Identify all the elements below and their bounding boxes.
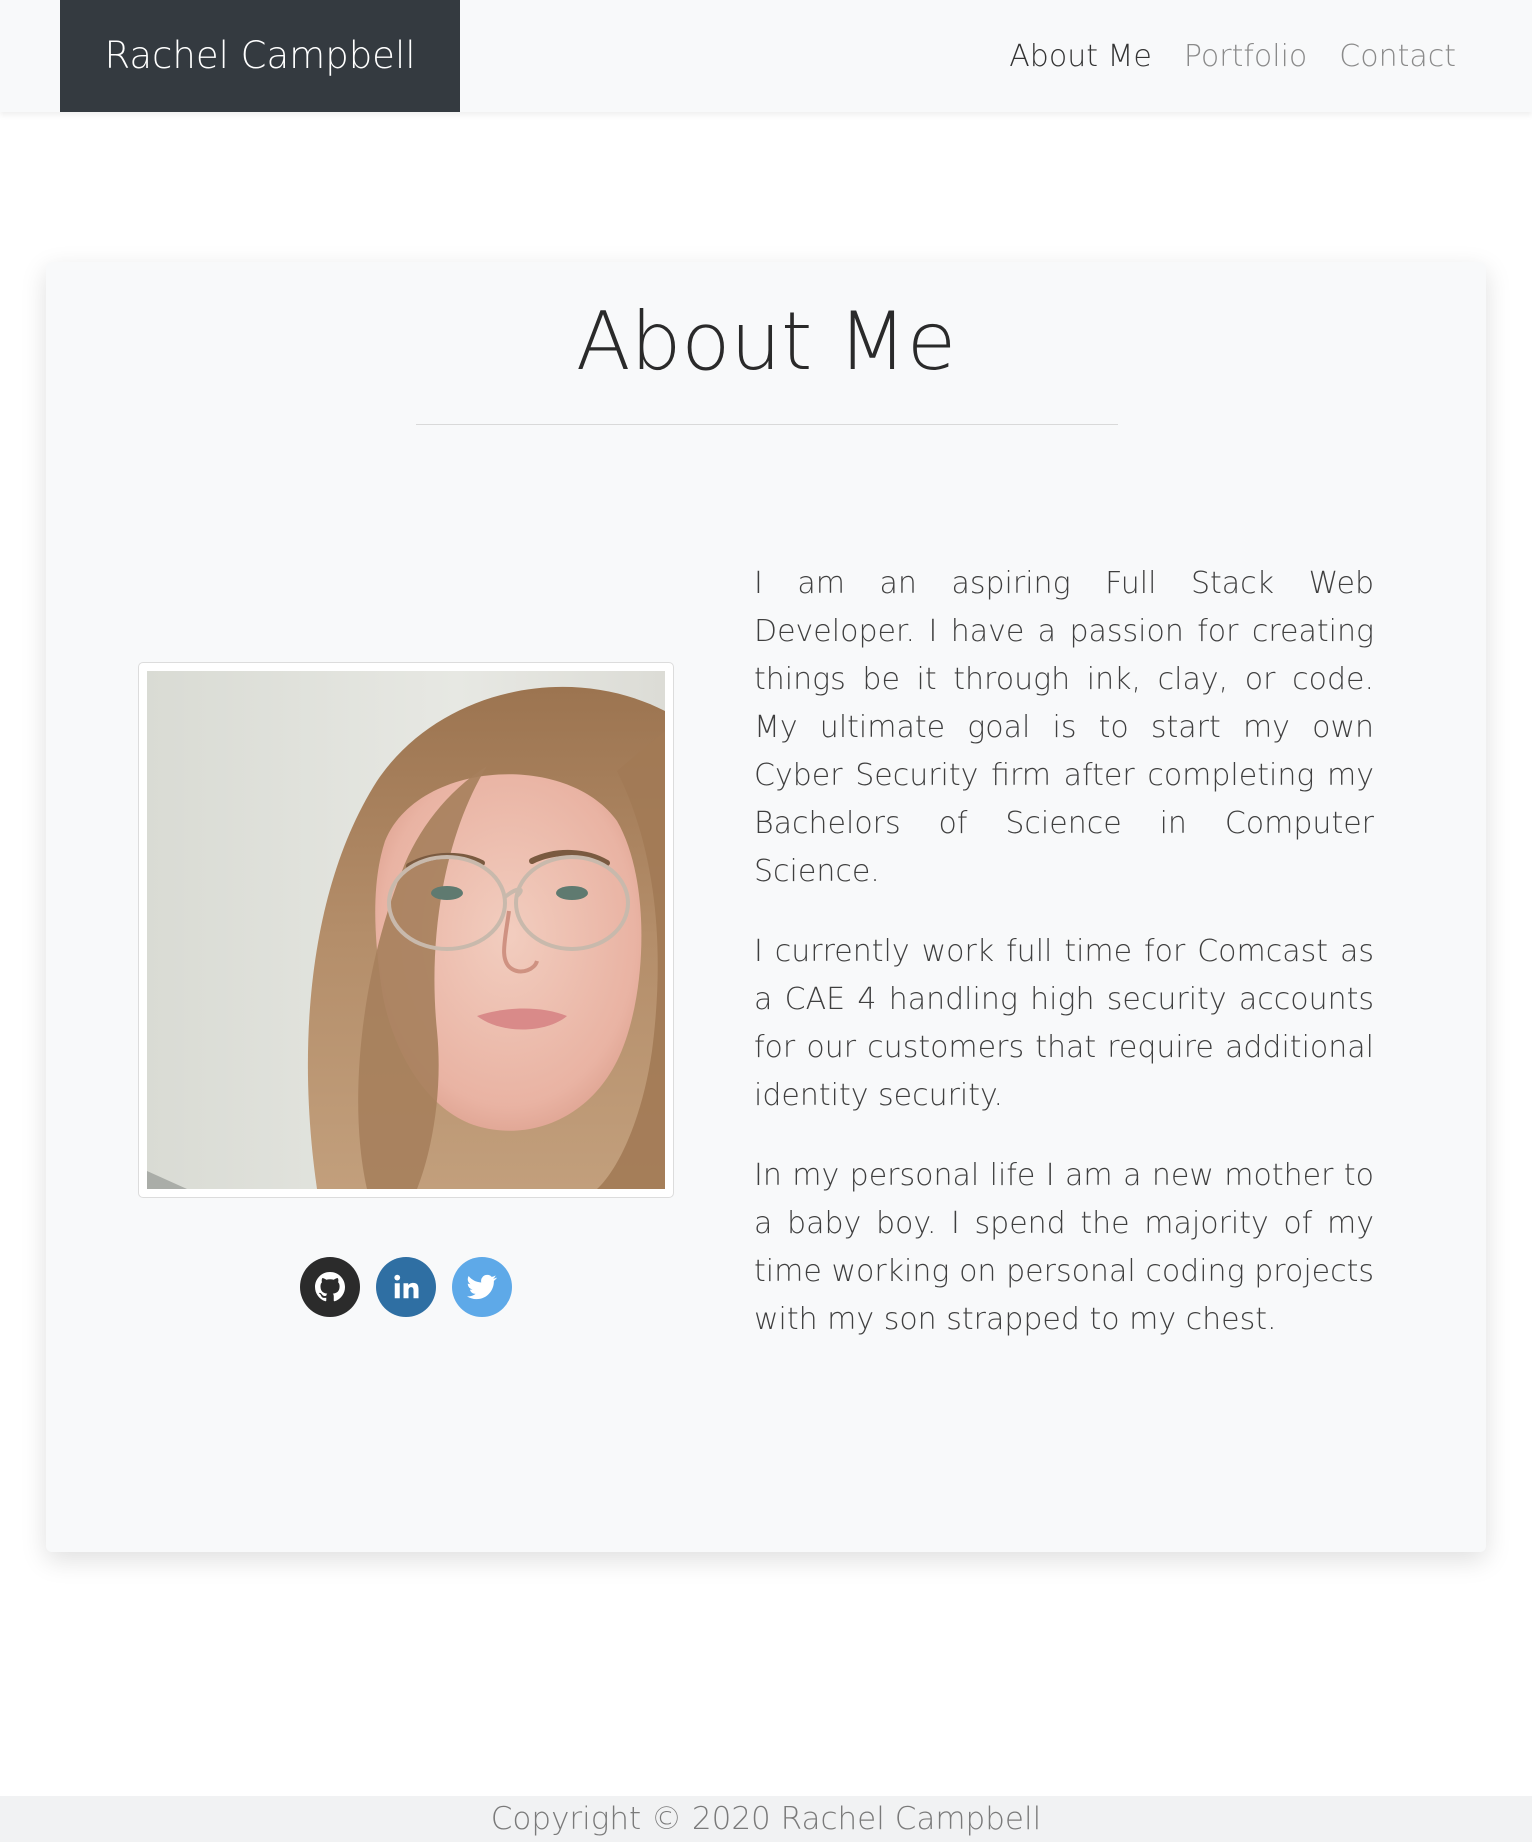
nav-link-portfolio[interactable]: Portfolio bbox=[1184, 39, 1307, 74]
navbar: Rachel Campbell About Me Portfolio Conta… bbox=[0, 0, 1532, 112]
copyright-text: Copyright © 2020 Rachel Campbell bbox=[490, 1801, 1042, 1837]
twitter-icon bbox=[467, 1274, 497, 1300]
bio-paragraph: I currently work full time for Comcast a… bbox=[754, 934, 1374, 1113]
github-icon bbox=[315, 1272, 345, 1302]
linkedin-link[interactable] bbox=[376, 1257, 436, 1317]
profile-photo-frame bbox=[138, 662, 674, 1198]
bio-paragraph: I am an aspiring Full Stack Web Develope… bbox=[754, 566, 1374, 889]
nav-link-contact[interactable]: Contact bbox=[1339, 39, 1456, 74]
social-links bbox=[138, 1257, 674, 1317]
footer: Copyright © 2020 Rachel Campbell bbox=[0, 1796, 1532, 1842]
bio-text: I am an aspiring Full Stack Web Develope… bbox=[754, 560, 1374, 1376]
twitter-link[interactable] bbox=[452, 1257, 512, 1317]
bio-paragraph: In my personal life I am a new mother to… bbox=[754, 1158, 1374, 1337]
brand-link[interactable]: Rachel Campbell bbox=[60, 0, 460, 112]
title-divider bbox=[416, 424, 1118, 425]
about-card: About Me I am an aspiring Full Stack Web… bbox=[46, 262, 1486, 1552]
github-link[interactable] bbox=[300, 1257, 360, 1317]
linkedin-icon bbox=[394, 1274, 419, 1299]
nav-link-about-me[interactable]: About Me bbox=[1009, 39, 1152, 74]
page-title: About Me bbox=[575, 295, 957, 388]
profile-photo bbox=[147, 671, 665, 1189]
nav-links: About Me Portfolio Contact bbox=[1009, 0, 1456, 112]
